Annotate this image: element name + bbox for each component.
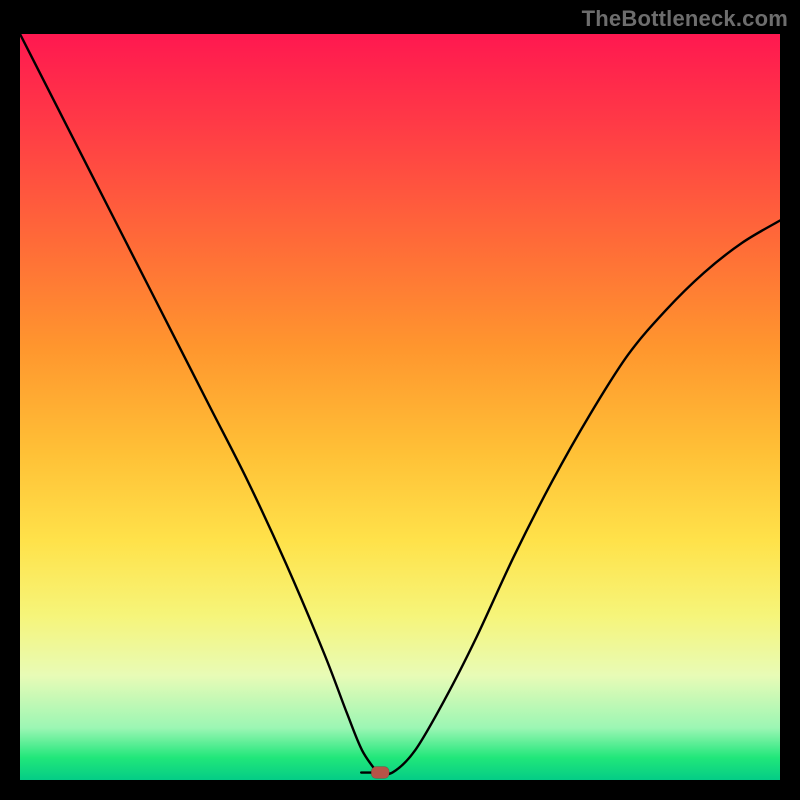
minimum-marker: [371, 767, 389, 779]
plot-area: [20, 34, 780, 780]
curve-layer: [20, 34, 780, 780]
curve-right: [377, 221, 780, 775]
curve-left: [20, 34, 377, 773]
chart-frame: TheBottleneck.com: [0, 0, 800, 800]
watermark-text: TheBottleneck.com: [582, 6, 788, 32]
